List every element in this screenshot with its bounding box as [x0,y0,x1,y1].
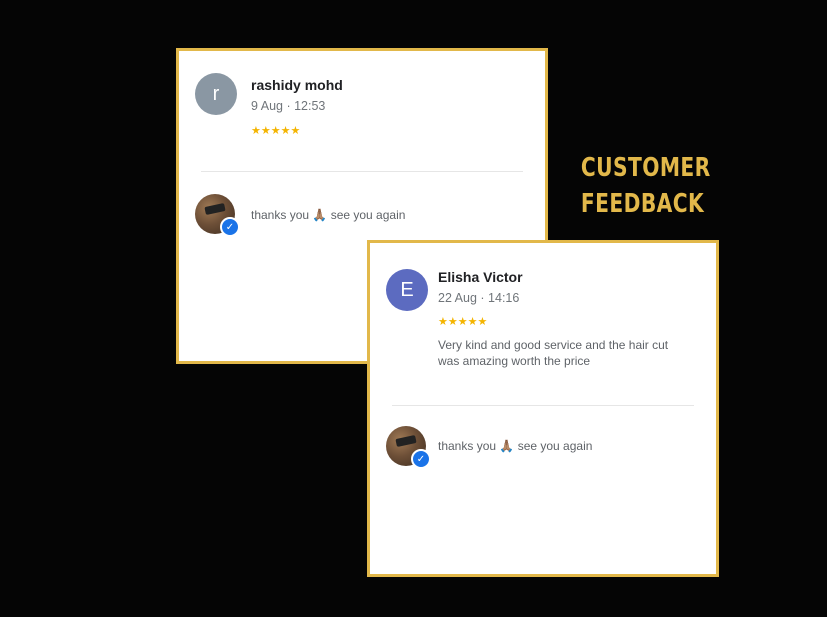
owner-avatar[interactable]: ✓ [386,426,431,469]
owner-reply: thanks you 🙏🏽 see you again [251,208,405,222]
reply-text-after: see you again [330,208,406,222]
avatar-photo-detail [204,203,226,215]
reviewer-name[interactable]: rashidy mohd [251,77,343,93]
star-rating: ★★★★★ [438,316,488,328]
reviewer-avatar[interactable]: E [386,269,428,311]
owner-reply: thanks you 🙏🏽 see you again [438,439,592,453]
avatar-photo-detail [395,435,417,447]
verified-check-icon: ✓ [220,217,240,237]
star-rating: ★★★★★ [251,125,301,137]
reviewer-name[interactable]: Elisha Victor [438,269,523,285]
review-date: 22 Aug · 14:16 [438,291,520,305]
review-date: 9 Aug · 12:53 [251,99,326,113]
heading-line-2: FEEDBACK [580,189,705,219]
divider [201,171,523,172]
customer-feedback-heading: CUSTOMER FEEDBACK [580,150,711,222]
heading-line-1: CUSTOMER [580,153,711,183]
avatar-letter: r [212,82,220,105]
reviewer-avatar[interactable]: r [195,73,237,115]
praying-hands-icon: 🙏🏽 [312,208,328,222]
praying-hands-icon: 🙏🏽 [499,439,515,453]
owner-avatar[interactable]: ✓ [195,194,240,237]
avatar-letter: E [400,278,414,301]
reply-text-before: thanks you [251,208,310,222]
review-card-elisha: E Elisha Victor 22 Aug · 14:16 ★★★★★ Ver… [367,240,719,577]
verified-check-icon: ✓ [411,449,431,469]
reply-text-after: see you again [517,439,593,453]
reply-text-before: thanks you [438,439,497,453]
review-text: Very kind and good service and the hair … [438,338,669,368]
divider [392,405,694,406]
